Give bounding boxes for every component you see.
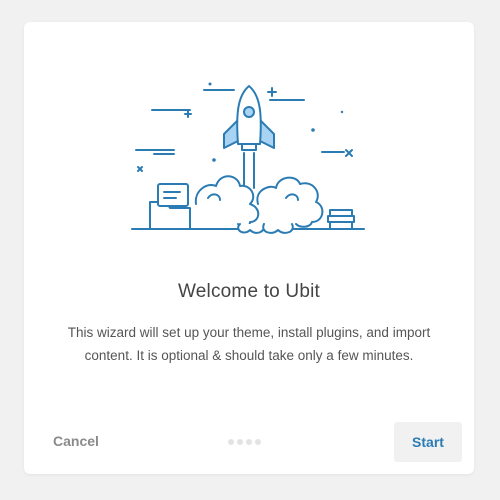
start-button[interactable]: Start: [394, 422, 462, 462]
step-dot: [237, 439, 243, 445]
step-indicator: [228, 439, 261, 445]
step-dot: [246, 439, 252, 445]
wizard-description: This wizard will set up your theme, inst…: [67, 325, 431, 363]
rocket-launch-illustration: [131, 82, 365, 234]
cancel-button[interactable]: Cancel: [53, 433, 99, 449]
step-dot: [228, 439, 234, 445]
rocket-window: [243, 106, 255, 118]
step-dot: [255, 439, 261, 445]
wizard-title: Welcome to Ubit: [177, 281, 321, 302]
setup-wizard-card: Welcome to Ubit This wizard will set up …: [24, 22, 474, 474]
